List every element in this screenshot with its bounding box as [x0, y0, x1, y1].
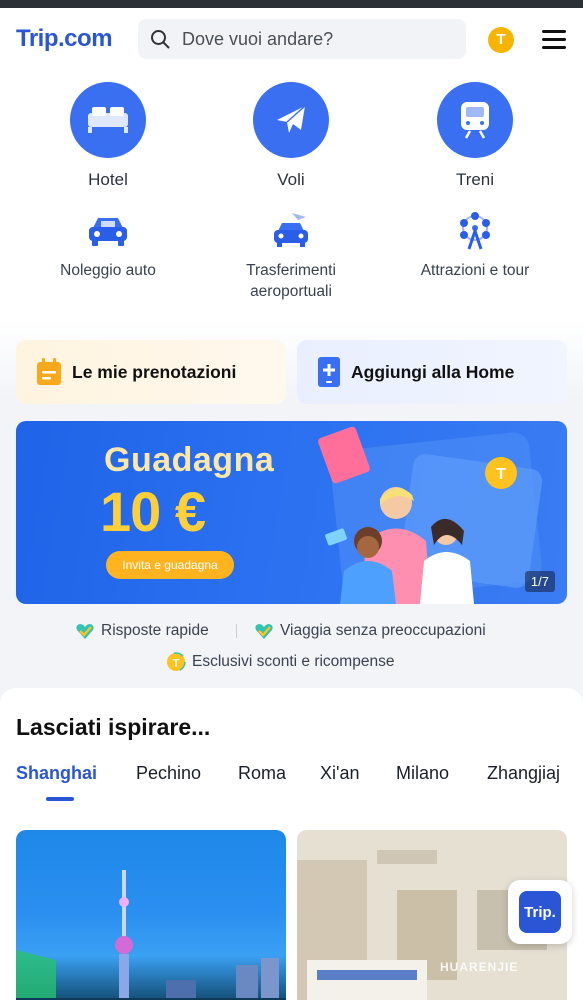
tab-zhangjiajie[interactable]: Zhangjiaj	[487, 763, 560, 784]
service-hotel[interactable]: Hotel	[18, 82, 198, 190]
car-icon	[85, 210, 131, 252]
inspiration-title: Lasciati ispirare...	[16, 714, 211, 740]
service-airport-transfer[interactable]: Trasferimenti aeroportuali	[201, 210, 381, 302]
service-airport-transfer-label: Trasferimenti aeroportuali	[246, 262, 336, 300]
svg-text:T: T	[173, 658, 180, 670]
trip-floating-button[interactable]: Trip.	[508, 880, 572, 944]
service-trains-label: Treni	[455, 170, 495, 189]
status-bar	[0, 0, 583, 8]
trip-logo[interactable]: Trip.com	[16, 25, 113, 53]
heart-check-icon	[255, 624, 273, 639]
my-bookings-button[interactable]: Le mie prenotazioni	[16, 340, 286, 404]
my-bookings-label: Le mie prenotazioni	[72, 361, 237, 382]
service-flights[interactable]: Voli	[201, 82, 381, 190]
airport-transfer-icon	[268, 210, 314, 252]
add-to-home-label: Aggiungi alla Home	[351, 361, 515, 382]
logo-suffix: .com	[58, 25, 113, 52]
perk-fast-replies: Risposte rapide	[75, 622, 209, 640]
perk-separator	[236, 624, 237, 638]
search-icon	[151, 30, 170, 49]
menu-icon[interactable]	[542, 30, 566, 50]
search-bar[interactable]	[138, 19, 466, 59]
trip-app-icon: Trip.	[519, 891, 561, 933]
add-phone-icon	[318, 357, 340, 387]
main-content: Hotel Voli Treni Noleggio auto Trasferim…	[0, 70, 583, 690]
tab-milano[interactable]: Milano	[396, 763, 449, 784]
watermark: HUARENJIE	[440, 960, 519, 974]
bed-icon	[70, 82, 146, 158]
perk-worry-free: Viaggia senza preoccupazioni	[254, 622, 486, 640]
service-car-rental[interactable]: Noleggio auto	[18, 210, 198, 281]
inspiration-section: Lasciati ispirare... Shanghai Pechino Ro…	[0, 688, 583, 1000]
promo-banner[interactable]: Guadagna 10 € Invita e guadagna T 1/7	[16, 421, 567, 604]
active-tab-indicator	[46, 797, 74, 801]
logo-text: Trip	[16, 25, 59, 52]
service-hotel-label: Hotel	[88, 170, 128, 189]
tab-xian[interactable]: Xi'an	[320, 763, 359, 784]
invite-earn-button[interactable]: Invita e guadagna	[106, 551, 234, 579]
heart-check-icon	[76, 624, 94, 639]
banner-title: Guadagna	[104, 441, 275, 479]
tab-roma[interactable]: Roma	[238, 763, 286, 784]
search-input[interactable]	[182, 19, 452, 59]
service-attractions-label: Attrazioni e tour	[420, 262, 530, 279]
perk-exclusive: T Esclusivi sconti e ricompense	[166, 652, 394, 672]
add-to-home-button[interactable]: Aggiungi alla Home	[297, 340, 567, 404]
ferris-wheel-icon	[452, 210, 498, 252]
service-trains[interactable]: Treni	[385, 82, 565, 190]
tab-shanghai[interactable]: Shanghai	[16, 763, 97, 784]
header: Trip.com T	[0, 8, 583, 70]
perk-exclusive-label: Esclusivi sconti e ricompense	[192, 653, 395, 670]
service-attractions[interactable]: Attrazioni e tour	[385, 210, 565, 281]
shanghai-skyline-image	[16, 870, 286, 1000]
trip-coin-icon[interactable]: T	[488, 27, 514, 53]
airplane-icon	[253, 82, 329, 158]
perk-worry-free-label: Viaggia senza preoccupazioni	[280, 622, 486, 639]
destination-card-shanghai[interactable]	[16, 830, 286, 1000]
svg-text:T: T	[496, 466, 506, 483]
service-flights-label: Voli	[277, 170, 305, 189]
banner-amount: 10 €	[100, 480, 206, 543]
coin-icon: T	[166, 652, 186, 672]
train-icon	[437, 82, 513, 158]
calendar-icon	[37, 358, 61, 385]
service-car-rental-label: Noleggio auto	[60, 262, 156, 279]
tab-pechino[interactable]: Pechino	[136, 763, 201, 784]
perk-fast-label: Risposte rapide	[101, 622, 209, 639]
banner-page-indicator: 1/7	[524, 571, 555, 592]
